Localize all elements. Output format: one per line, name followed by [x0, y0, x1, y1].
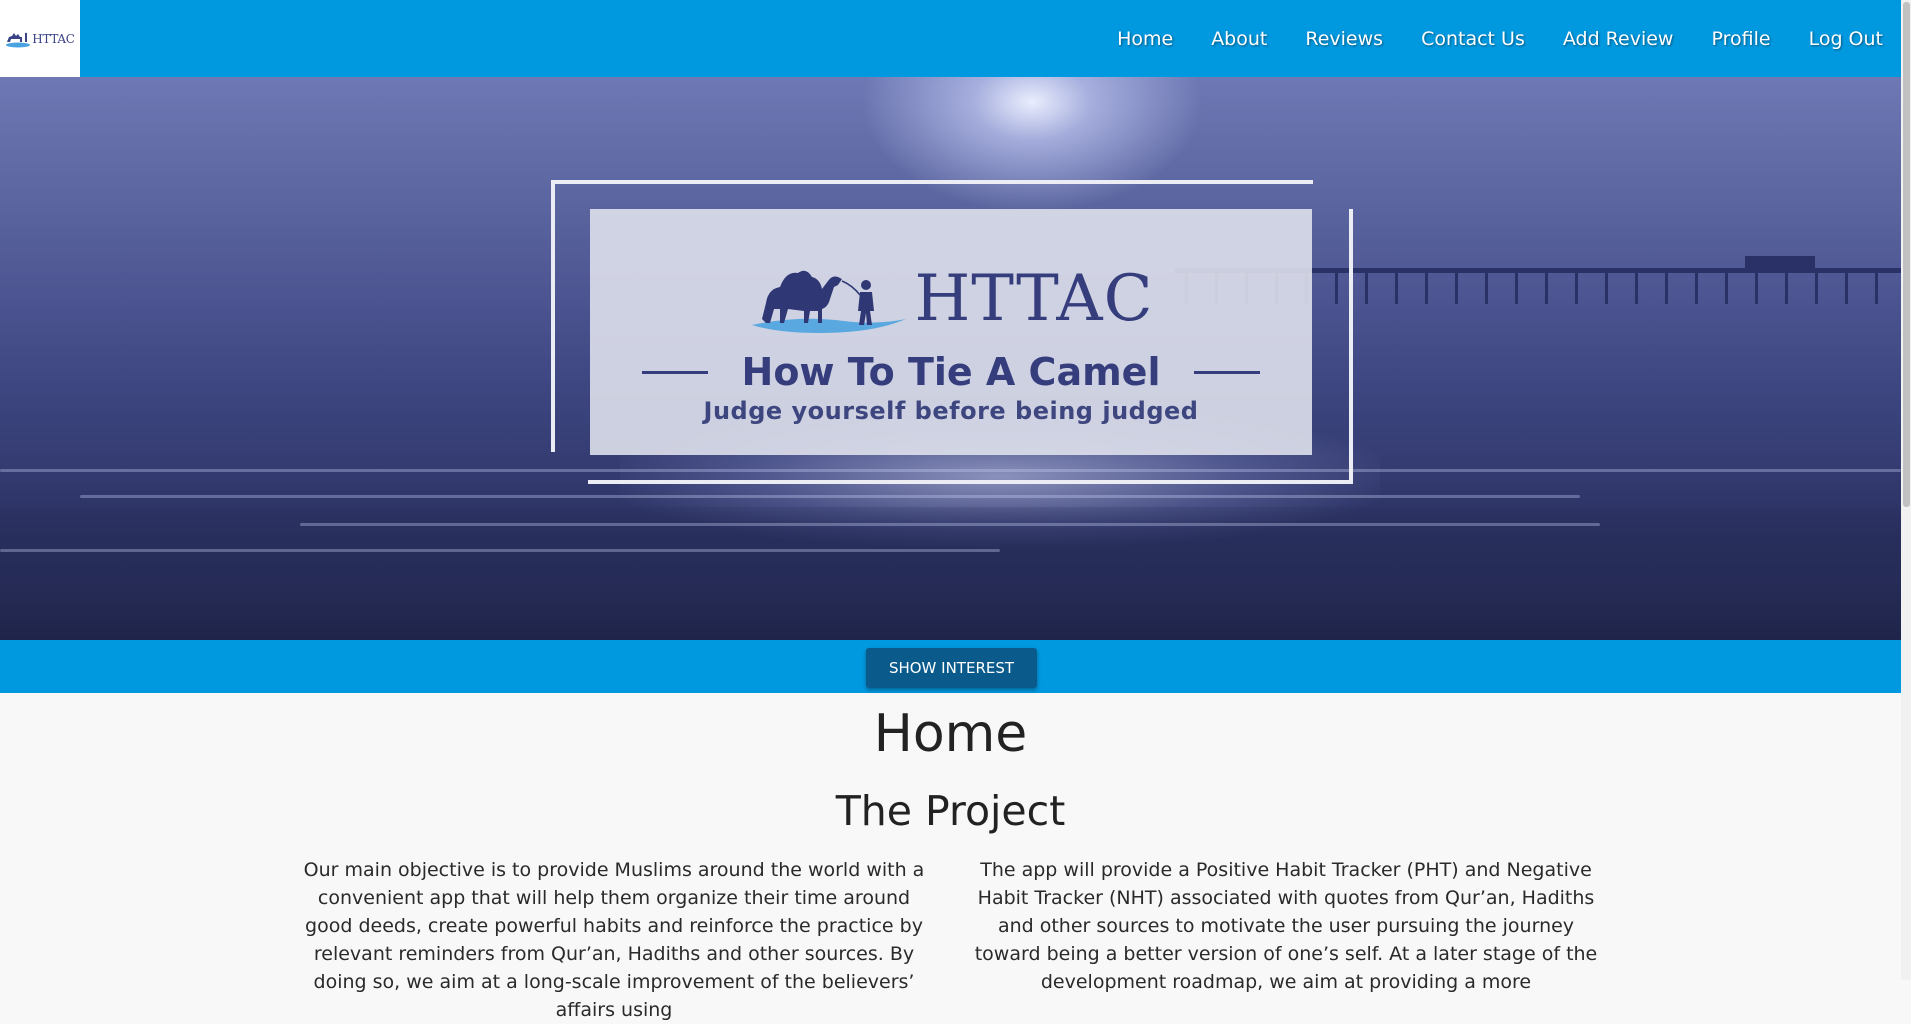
- logo-mark: HTTAC: [5, 30, 75, 48]
- title-rule-left: [641, 370, 708, 374]
- section-title: The Project: [835, 787, 1066, 835]
- nav-menu: Home About Reviews Contact Us Add Review…: [1098, 0, 1883, 77]
- nav-add-review[interactable]: Add Review: [1544, 28, 1693, 50]
- hero-title: How To Tie A Camel: [741, 350, 1161, 394]
- hero-banner: HTTAC How To Tie A Camel Judge yourself …: [0, 77, 1901, 640]
- wave-line: [80, 495, 1580, 498]
- wave-line: [0, 549, 1000, 552]
- hero-logo-text: HTTAC: [914, 262, 1154, 336]
- nav-contact-us[interactable]: Contact Us: [1402, 28, 1544, 50]
- top-navbar: HTTAC Home About Reviews Contact Us Add …: [0, 0, 1901, 77]
- nav-home[interactable]: Home: [1098, 28, 1192, 50]
- project-objective-text: Our main objective is to provide Muslims…: [303, 859, 925, 1021]
- page-title: Home: [873, 704, 1028, 764]
- nav-reviews[interactable]: Reviews: [1286, 28, 1402, 50]
- show-interest-button[interactable]: SHOW INTEREST: [866, 648, 1037, 688]
- camel-icon: [752, 270, 907, 333]
- nav-about[interactable]: About: [1192, 28, 1286, 50]
- hero-title-row: How To Tie A Camel: [590, 349, 1312, 395]
- page-scrollbar[interactable]: [1901, 0, 1911, 980]
- project-features-text: The app will provide a Positive Habit Tr…: [974, 859, 1598, 993]
- beach-shore: [0, 507, 1901, 640]
- wave-line: [300, 523, 1600, 526]
- site-logo[interactable]: HTTAC: [0, 0, 80, 77]
- nav-log-out[interactable]: Log Out: [1790, 28, 1883, 50]
- hero-tagline: Judge yourself before being judged: [703, 397, 1199, 425]
- logo-text: HTTAC: [32, 31, 75, 46]
- title-rule-right: [1194, 370, 1261, 374]
- hero-logo: HTTAC: [590, 259, 1312, 339]
- cta-strip: SHOW INTEREST: [0, 640, 1901, 693]
- hero-logo-panel: HTTAC How To Tie A Camel Judge yourself …: [590, 209, 1312, 455]
- scrollbar-thumb[interactable]: [1903, 2, 1910, 507]
- camel-icon: [6, 32, 31, 47]
- nav-profile[interactable]: Profile: [1692, 28, 1789, 50]
